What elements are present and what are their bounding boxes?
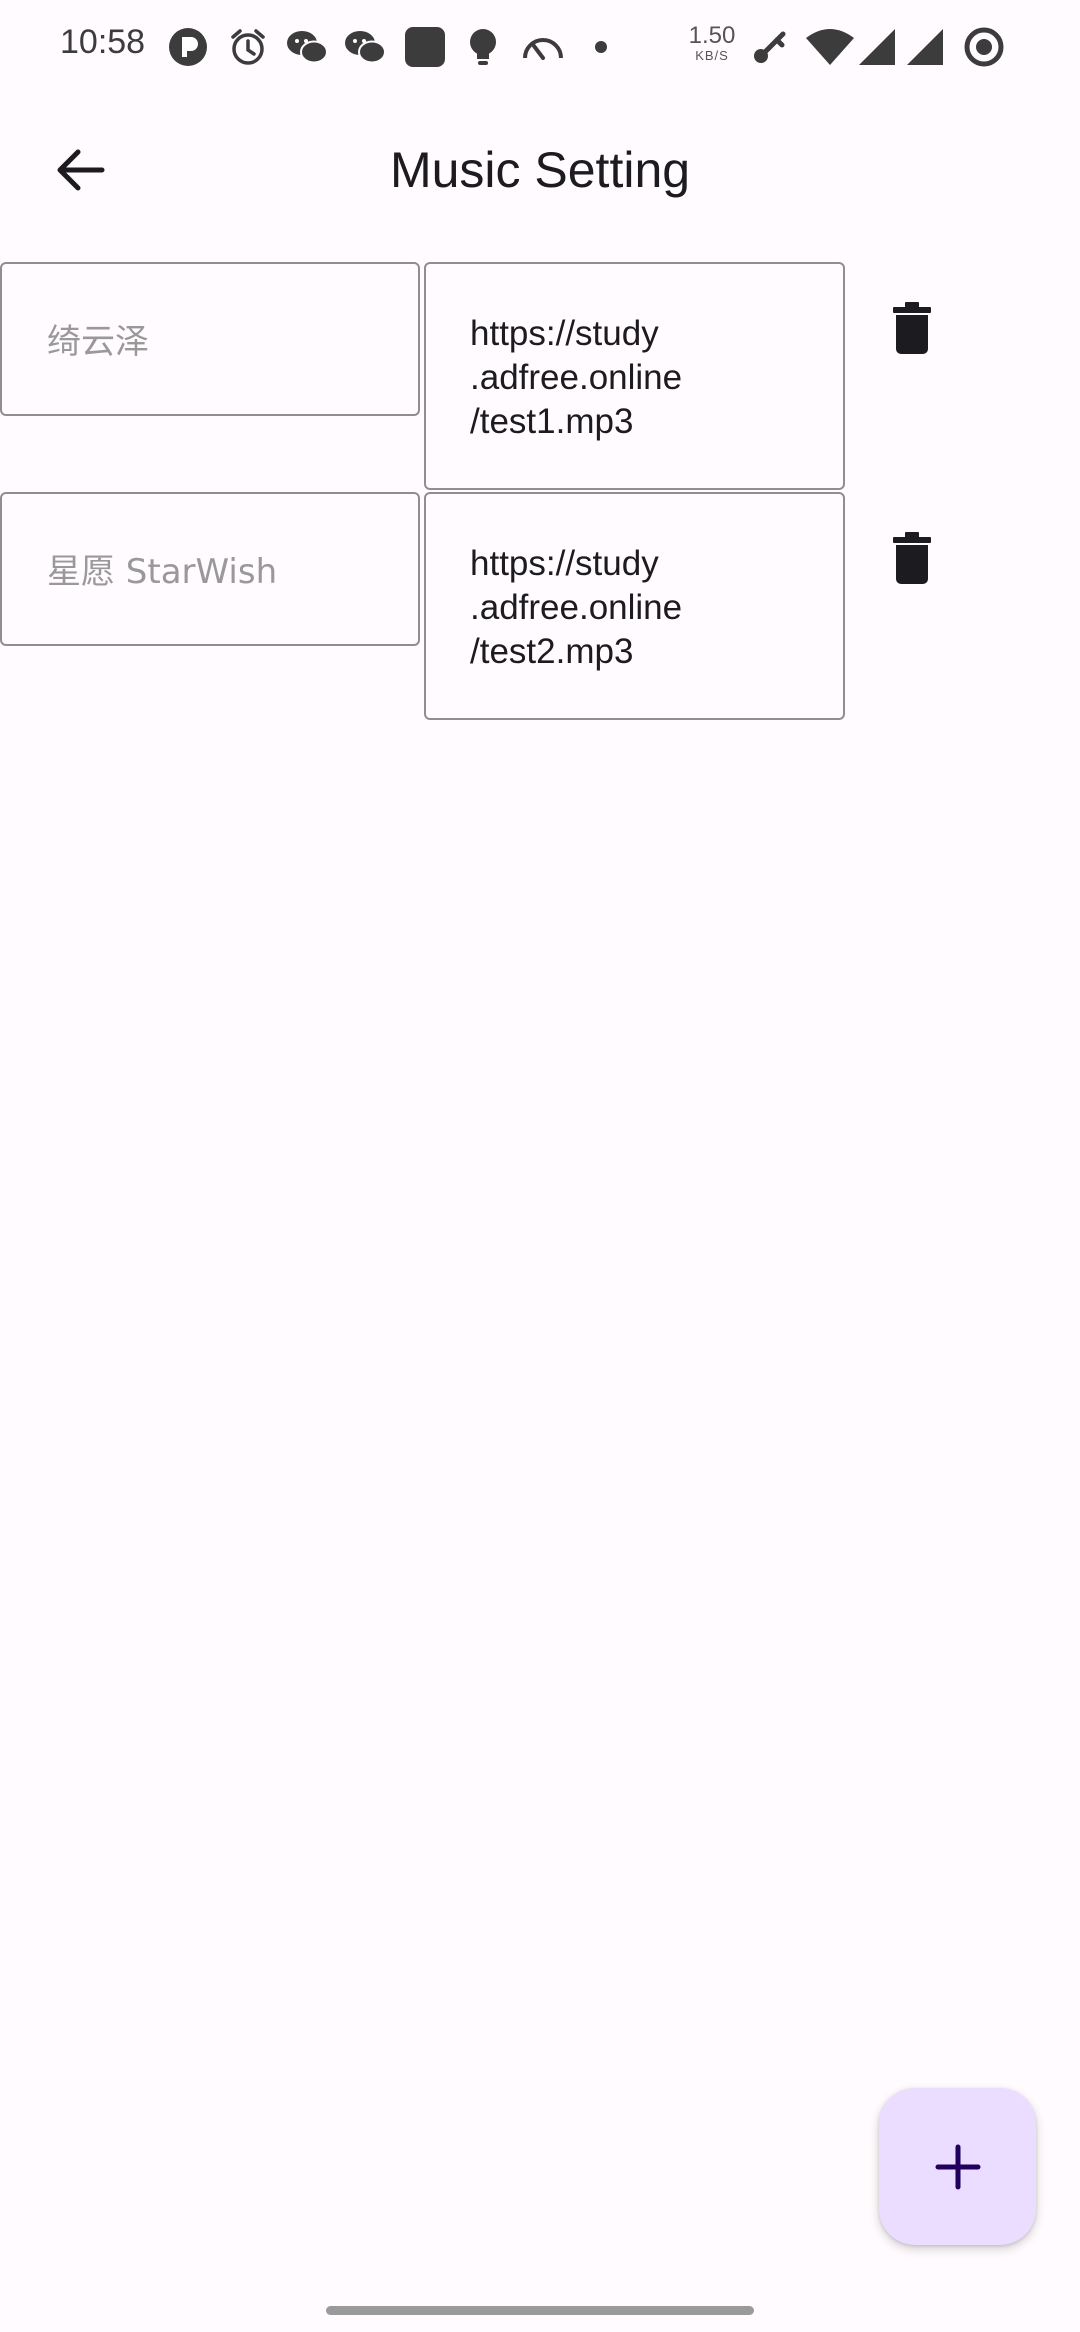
music-name-placeholder: 星愿 StarWish (47, 552, 278, 592)
trash-icon (893, 532, 931, 584)
music-name-field[interactable]: 星愿 StarWish (0, 492, 420, 646)
status-time: 10:58 (60, 23, 146, 61)
status-bar: 10:58 1.50 KB/S (0, 0, 1080, 92)
signal-icon (859, 29, 895, 65)
wechat-icon (287, 31, 328, 64)
dot-icon (595, 41, 607, 53)
add-music-button[interactable] (879, 2088, 1036, 2245)
signal-icon (907, 29, 943, 65)
home-indicator[interactable] (326, 2306, 754, 2315)
page-title: Music Setting (389, 142, 691, 198)
app-square-icon (405, 27, 445, 67)
delete-button[interactable] (872, 288, 952, 368)
music-name-placeholder: 绮云泽 (47, 322, 149, 362)
wechat-icon (345, 31, 386, 64)
wifi-icon (806, 29, 854, 65)
alarm-icon (231, 29, 265, 65)
music-url-field[interactable]: https://study .adfree.online /test2.mp3 (424, 492, 845, 720)
delete-button[interactable] (872, 518, 952, 598)
net-speed-unit: KB/S (695, 48, 729, 63)
music-url-field[interactable]: https://study .adfree.online /test1.mp3 (424, 262, 845, 490)
trash-icon (893, 302, 931, 354)
plus-icon (935, 2144, 980, 2189)
bulb-icon (470, 29, 496, 65)
net-speed: 1.50 KB/S (682, 24, 742, 68)
record-icon (964, 27, 1004, 67)
speedometer-icon (523, 38, 563, 60)
key-icon (754, 31, 786, 63)
music-name-field[interactable]: 绮云泽 (0, 262, 420, 416)
p-app-icon (169, 28, 207, 66)
net-speed-value: 1.50 (688, 22, 736, 49)
